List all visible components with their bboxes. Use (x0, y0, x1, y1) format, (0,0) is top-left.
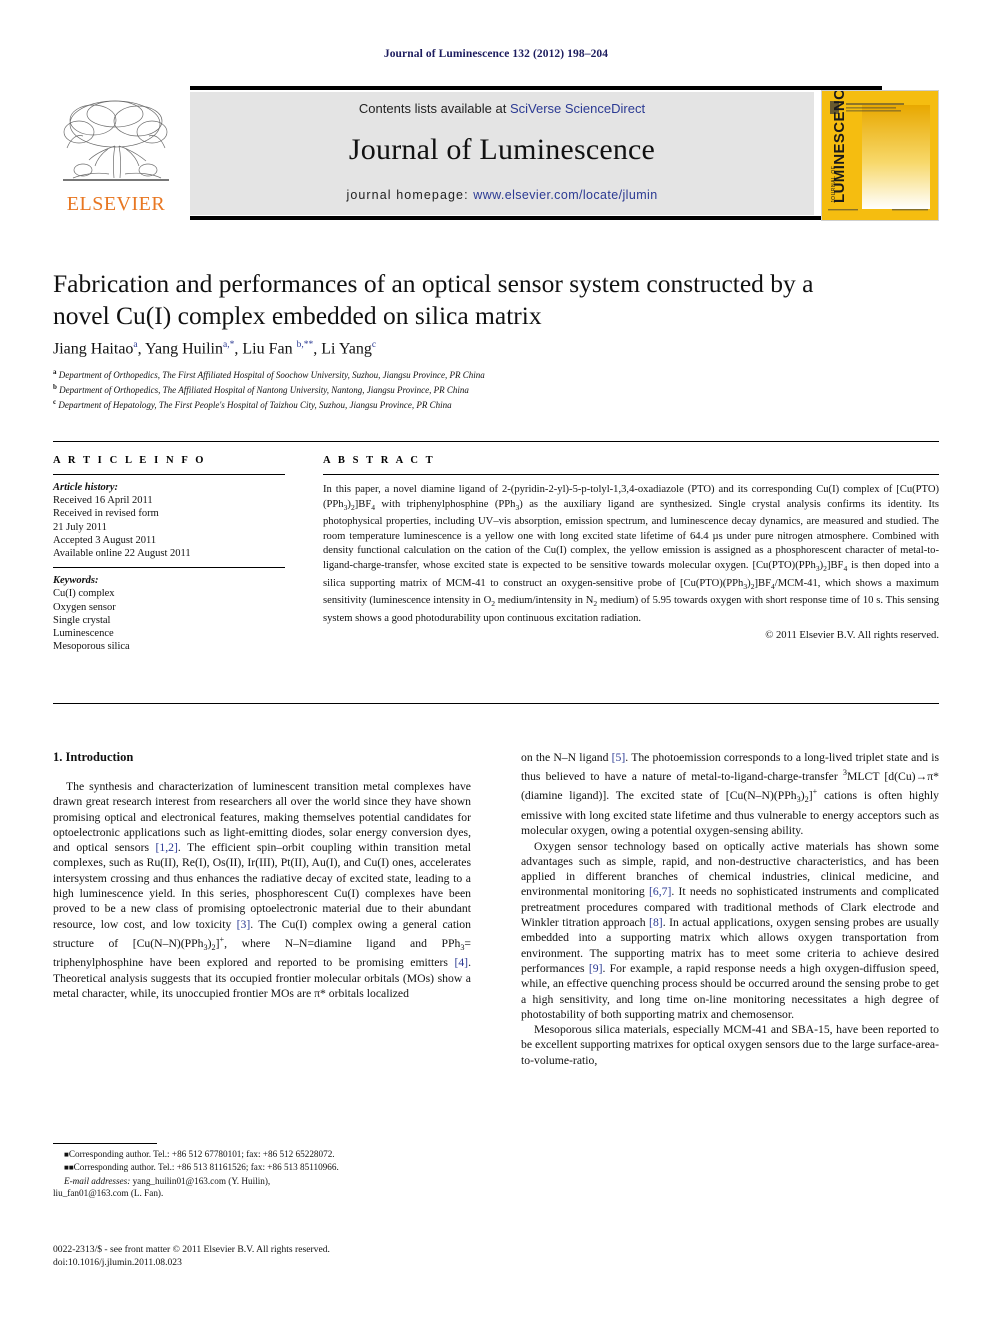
homepage-label: journal homepage: (346, 188, 474, 202)
info-panel-rule-bottom (53, 703, 939, 704)
elsevier-wordmark: ELSEVIER (66, 193, 166, 215)
section-heading-introduction: 1. Introduction (53, 750, 134, 764)
article-info-column: A R T I C L E I N F O Article history: R… (53, 455, 285, 653)
info-panel-rule-top (53, 441, 939, 442)
keywords-label: Keywords: (53, 575, 99, 587)
history-item: Available online 22 August 2011 (53, 548, 191, 560)
email-address-secondary[interactable]: liu_fan01@163.com (L. Fan). (53, 1187, 471, 1199)
keyword-item: Single crystal (53, 614, 111, 626)
article-info-divider (53, 474, 285, 475)
affiliation-text: Department of Hepatology, The First Peop… (58, 400, 452, 411)
body-column-left: 1. Introduction The synthesis and charac… (53, 750, 471, 1001)
body-paragraph: Mesoporous silica materials, especially … (521, 1023, 939, 1067)
history-item: Received in revised form (53, 508, 159, 520)
elsevier-logo: ELSEVIER (53, 94, 179, 216)
corresponding-author-note: ■Corresponding author. Tel.: +86 512 677… (64, 1149, 335, 1159)
journal-homepage-link[interactable]: www.elsevier.com/locate/jlumin (473, 188, 657, 202)
abstract-heading: A B S T R A C T (323, 455, 436, 466)
article-history-block: Article history: Received 16 April 2011 … (53, 481, 285, 560)
keywords-divider (53, 567, 285, 569)
history-item: Accepted 3 August 2011 (53, 534, 157, 546)
affiliation-item: a Department of Orthopedics, The First A… (53, 366, 853, 381)
keyword-item: Mesoporous silica (53, 641, 130, 653)
cover-artwork: LUMINESCENCE JOURNAL OF (822, 91, 938, 220)
journal-title: Journal of Luminescence (348, 133, 656, 166)
affiliation-list: a Department of Orthopedics, The First A… (53, 366, 853, 412)
journal-cover-thumbnail: LUMINESCENCE JOURNAL OF (821, 90, 939, 221)
page-title: Fabrication and performances of an optic… (53, 269, 814, 330)
keyword-item: Cu(I) complex (53, 588, 115, 600)
body-paragraph: Oxygen sensor technology based on optica… (521, 839, 939, 1021)
affiliation-item: b Department of Orthopedics, The Affilia… (53, 381, 853, 396)
paper-page: Journal of Luminescence 132 (2012) 198–2… (0, 0, 992, 1323)
sciencedirect-link[interactable]: SciVerse ScienceDirect (510, 101, 645, 116)
body-paragraph: on the N–N ligand [5]. The photoemission… (521, 751, 940, 838)
keyword-item: Oxygen sensor (53, 601, 116, 613)
affiliation-marker: b (53, 383, 57, 392)
email-addresses-note: E-mail addresses: yang_huilin01@163.com … (53, 1175, 471, 1187)
masthead-rule-top (190, 86, 882, 90)
footnote-divider (53, 1143, 157, 1144)
journal-masthead: ELSEVIER Contents lists available at Sci… (53, 86, 939, 221)
running-head: Journal of Luminescence 132 (2012) 198–2… (383, 48, 609, 60)
footnote-block: ■Corresponding author. Tel.: +86 512 677… (53, 1148, 471, 1199)
affiliation-text: Department of Orthopedics, The First Aff… (58, 370, 485, 380)
email-addresses-label: E-mail addresses: (64, 1175, 131, 1186)
email-address-primary[interactable]: yang_huilin01@163.com (Y. Huilin), (130, 1176, 271, 1186)
keyword-item: Luminescence (53, 628, 114, 640)
abstract-body: In this paper, a novel diamine ligand of… (323, 484, 939, 625)
abstract-copyright: © 2011 Elsevier B.V. All rights reserved… (765, 629, 939, 641)
history-item: 21 July 2011 (53, 521, 107, 533)
history-item: Received 16 April 2011 (53, 495, 153, 507)
elsevier-tree-icon (63, 100, 169, 181)
affiliation-marker: c (53, 398, 57, 407)
author-list: Jiang Haitaoa, Yang Huilina,*, Liu Fan b… (53, 340, 377, 358)
imprint-doi[interactable]: doi:10.1016/j.jlumin.2011.08.023 (53, 1256, 483, 1269)
affiliation-item: c Department of Hepatology, The First Pe… (53, 396, 853, 411)
contents-lists-line: Contents lists available at SciVerse Sci… (190, 101, 814, 116)
svg-text:JOURNAL OF: JOURNAL OF (831, 166, 837, 203)
imprint-block: 0022-2313/$ - see front matter © 2011 El… (53, 1243, 483, 1269)
abstract-column: A B S T R A C T In this paper, a novel d… (323, 455, 939, 641)
keywords-block: Keywords: Cu(I) complex Oxygen sensor Si… (53, 574, 285, 653)
body-column-right: on the N–N ligand [5]. The photoemission… (521, 750, 939, 1068)
abstract-divider (323, 474, 939, 475)
affiliation-text: Department of Orthopedics, The Affiliate… (59, 385, 469, 396)
contents-lists-prefix: Contents lists available at (358, 101, 510, 116)
article-info-heading: A R T I C L E I N F O (53, 455, 207, 466)
affiliation-marker: a (53, 368, 57, 376)
body-paragraph: The synthesis and characterization of lu… (53, 780, 472, 1001)
journal-homepage-line: journal homepage: www.elsevier.com/locat… (190, 188, 814, 202)
imprint-front-matter: 0022-2313/$ - see front matter © 2011 El… (53, 1244, 330, 1255)
article-history-label: Article history: (53, 482, 119, 493)
masthead-rule-bottom (190, 216, 882, 220)
corresponding-author-note: ■■Corresponding author. Tel.: +86 513 81… (64, 1162, 339, 1173)
